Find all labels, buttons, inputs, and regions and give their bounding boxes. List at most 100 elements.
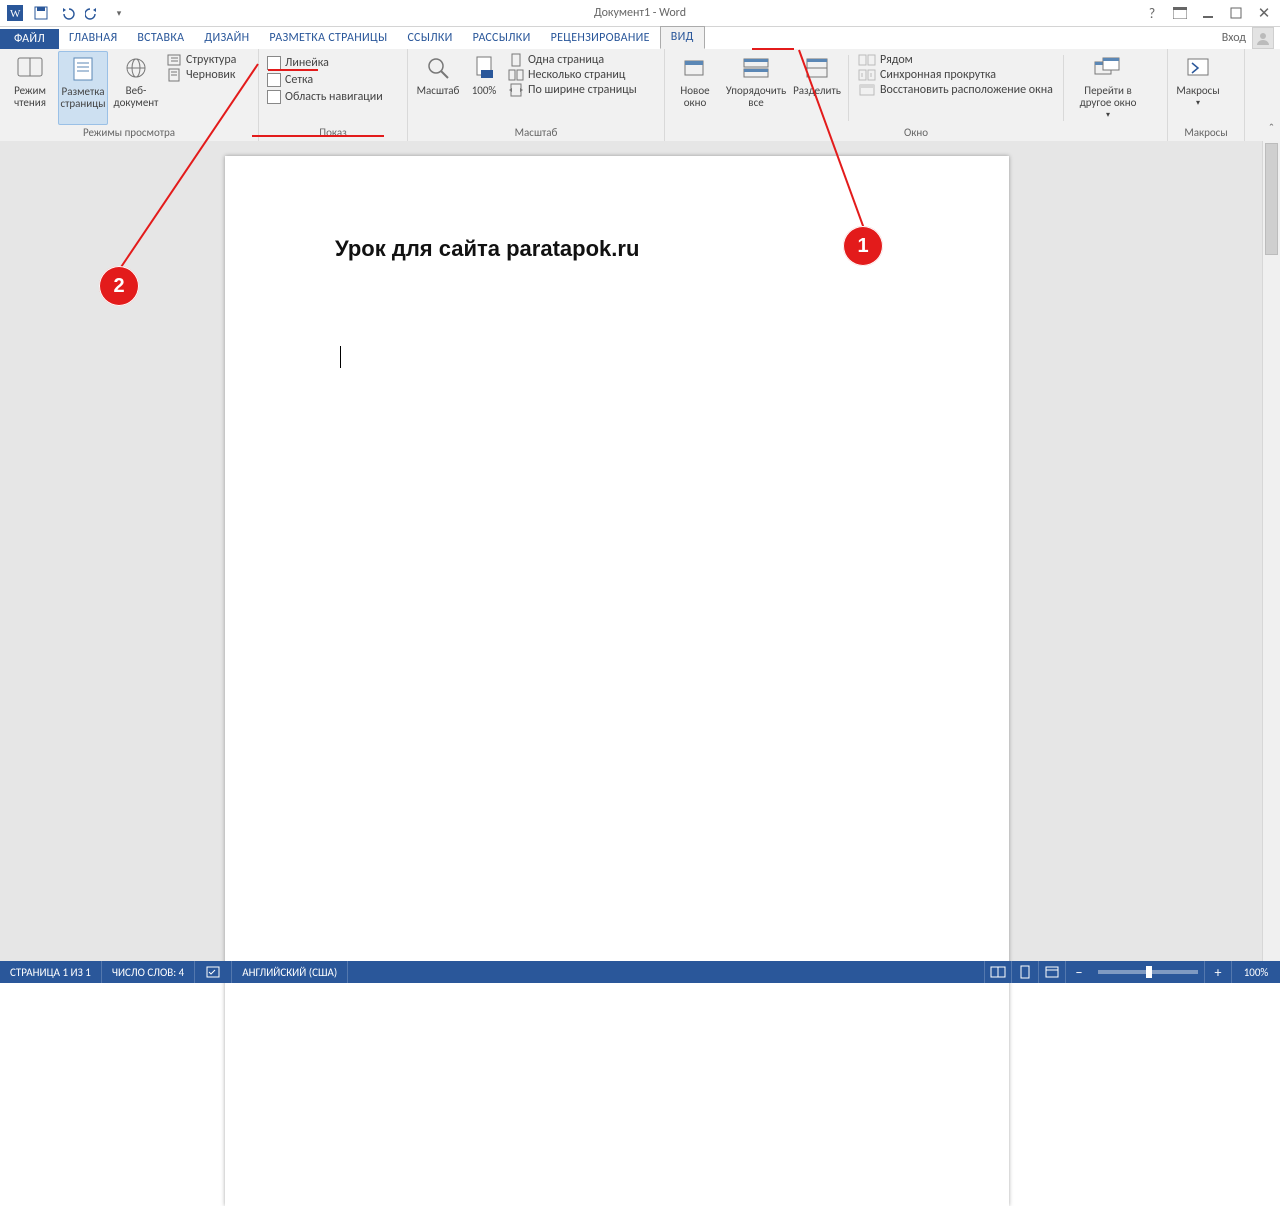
zoom-slider[interactable]	[1098, 970, 1198, 974]
print-layout-icon	[68, 54, 98, 84]
tab-home[interactable]: ГЛАВНАЯ	[59, 28, 127, 49]
new-window-icon	[680, 53, 710, 83]
annotation-callout-1: 1	[843, 226, 883, 266]
quick-access-toolbar: W ▾	[0, 2, 130, 24]
checkbox-icon	[267, 90, 281, 104]
zoom-slider-knob[interactable]	[1146, 966, 1152, 978]
avatar-icon	[1252, 27, 1274, 49]
annotation-underline-tab	[752, 48, 794, 50]
tab-design[interactable]: ДИЗАЙН	[194, 28, 259, 49]
status-proofing[interactable]	[195, 961, 232, 983]
tab-references[interactable]: ССЫЛКИ	[397, 28, 462, 49]
proofing-icon	[205, 965, 221, 979]
tab-file[interactable]: ФАЙЛ	[0, 29, 59, 49]
scrollbar-thumb[interactable]	[1265, 143, 1278, 255]
arrange-all-icon	[741, 53, 771, 83]
side-by-side-button: Рядом	[856, 53, 1056, 67]
outline-button[interactable]: Структура	[164, 53, 238, 67]
zoom-level[interactable]: 100%	[1231, 961, 1280, 983]
read-mode-icon	[15, 53, 45, 83]
reset-window-button: Восстановить расположение окна	[856, 83, 1056, 97]
group-macros: Макросы ▾ Макросы	[1168, 49, 1245, 141]
account-area[interactable]: Вход	[1222, 27, 1280, 49]
zoom-button[interactable]: Масштаб	[414, 51, 462, 125]
web-layout-button[interactable]: Веб-документ	[112, 51, 160, 125]
print-layout-button[interactable]: Разметка страницы	[58, 51, 108, 125]
minimize-icon[interactable]	[1198, 3, 1218, 23]
group-views: Режим чтения Разметка страницы Веб-докум…	[0, 49, 259, 141]
document-heading: Урок для сайта paratapok.ru	[335, 236, 639, 262]
annotation-underline-group	[252, 135, 384, 137]
help-icon[interactable]: ?	[1142, 3, 1162, 23]
status-right: − + 100%	[984, 961, 1280, 983]
tab-review[interactable]: РЕЦЕНЗИРОВАНИЕ	[541, 28, 660, 49]
title-bar: W ▾ Документ1 - Word ? ✕	[0, 0, 1280, 27]
tab-layout[interactable]: РАЗМЕТКА СТРАНИЦЫ	[259, 28, 397, 49]
redo-icon[interactable]	[82, 2, 104, 24]
maximize-icon[interactable]	[1226, 3, 1246, 23]
grid-checkbox[interactable]: Сетка	[265, 72, 385, 88]
zoom-in-button[interactable]: +	[1204, 961, 1231, 983]
ribbon: Режим чтения Разметка страницы Веб-докум…	[0, 49, 1280, 142]
chevron-down-icon: ▾	[1196, 99, 1200, 108]
qat-dropdown-icon[interactable]: ▾	[108, 2, 130, 24]
switch-window-icon	[1093, 53, 1123, 83]
group-zoom-label: Масштаб	[414, 125, 658, 141]
group-show: Линейка Сетка Область навигации Показ	[259, 49, 408, 141]
tab-mailings[interactable]: РАССЫЛКИ	[463, 28, 541, 49]
group-zoom: Масштаб 100% Одна страница Несколько стр…	[408, 49, 665, 141]
status-bar: СТРАНИЦА 1 ИЗ 1 ЧИСЛО СЛОВ: 4 АНГЛИЙСКИЙ…	[0, 961, 1280, 983]
page-100-icon	[469, 53, 499, 83]
macros-button[interactable]: Макросы ▾	[1174, 51, 1222, 125]
one-page-button[interactable]: Одна страница	[506, 53, 639, 67]
annotation-callout-2: 2	[99, 266, 139, 306]
status-page[interactable]: СТРАНИЦА 1 ИЗ 1	[0, 961, 102, 983]
group-show-label: Показ	[265, 125, 401, 141]
login-label: Вход	[1222, 31, 1246, 45]
save-icon[interactable]	[30, 2, 52, 24]
undo-icon[interactable]	[56, 2, 78, 24]
draft-button[interactable]: Черновик	[164, 68, 238, 82]
window-title: Документ1 - Word	[0, 6, 1280, 20]
macros-icon	[1183, 53, 1213, 83]
web-layout-icon	[121, 53, 151, 83]
view-read-icon[interactable]	[984, 961, 1011, 983]
text-caret	[340, 346, 341, 368]
split-button[interactable]: Разделить	[793, 51, 841, 125]
read-mode-button[interactable]: Режим чтения	[6, 51, 54, 125]
view-print-icon[interactable]	[1011, 961, 1038, 983]
vertical-scrollbar[interactable]	[1262, 141, 1280, 961]
sync-scroll-button: Синхронная прокрутка	[856, 68, 1056, 82]
arrange-all-button[interactable]: Упорядочить все	[723, 51, 789, 125]
window-controls: ? ✕	[1142, 3, 1280, 23]
ribbon-display-icon[interactable]	[1170, 3, 1190, 23]
checkbox-icon	[267, 73, 281, 87]
tab-insert[interactable]: ВСТАВКА	[127, 28, 194, 49]
new-window-button[interactable]: Новое окно	[671, 51, 719, 125]
view-web-icon[interactable]	[1038, 961, 1065, 983]
tab-view[interactable]: ВИД	[660, 26, 705, 49]
zoom-out-button[interactable]: −	[1065, 961, 1092, 983]
group-window: Новое окно Упорядочить все Разделить Ряд…	[665, 49, 1168, 141]
multi-page-button[interactable]: Несколько страниц	[506, 68, 639, 82]
page-width-button[interactable]: По ширине страницы	[506, 83, 639, 97]
collapse-ribbon-icon[interactable]: ˆ	[1269, 122, 1274, 137]
status-language[interactable]: АНГЛИЙСКИЙ (США)	[232, 961, 348, 983]
annotation-underline-ruler	[268, 69, 318, 71]
group-macros-label: Макросы	[1174, 125, 1238, 141]
close-icon[interactable]: ✕	[1254, 3, 1274, 23]
navpane-checkbox[interactable]: Область навигации	[265, 89, 385, 105]
window-side-options: Рядом Синхронная прокрутка Восстановить …	[856, 51, 1056, 125]
views-extra: Структура Черновик	[164, 51, 238, 125]
zoom-100-button[interactable]: 100%	[466, 51, 502, 125]
chevron-down-icon: ▾	[1106, 111, 1110, 120]
switch-window-button[interactable]: Перейти в другое окно ▾	[1071, 51, 1145, 125]
group-window-label: Окно	[671, 125, 1161, 141]
status-words[interactable]: ЧИСЛО СЛОВ: 4	[102, 961, 195, 983]
page[interactable]: Урок для сайта paratapok.ru	[225, 156, 1009, 1206]
document-area: Урок для сайта paratapok.ru 1 2	[0, 141, 1280, 961]
ribbon-tabs: ФАЙЛ ГЛАВНАЯ ВСТАВКА ДИЗАЙН РАЗМЕТКА СТР…	[0, 27, 1280, 49]
word-icon: W	[4, 2, 26, 24]
svg-text:W: W	[10, 8, 21, 20]
zoom-icon	[423, 53, 453, 83]
